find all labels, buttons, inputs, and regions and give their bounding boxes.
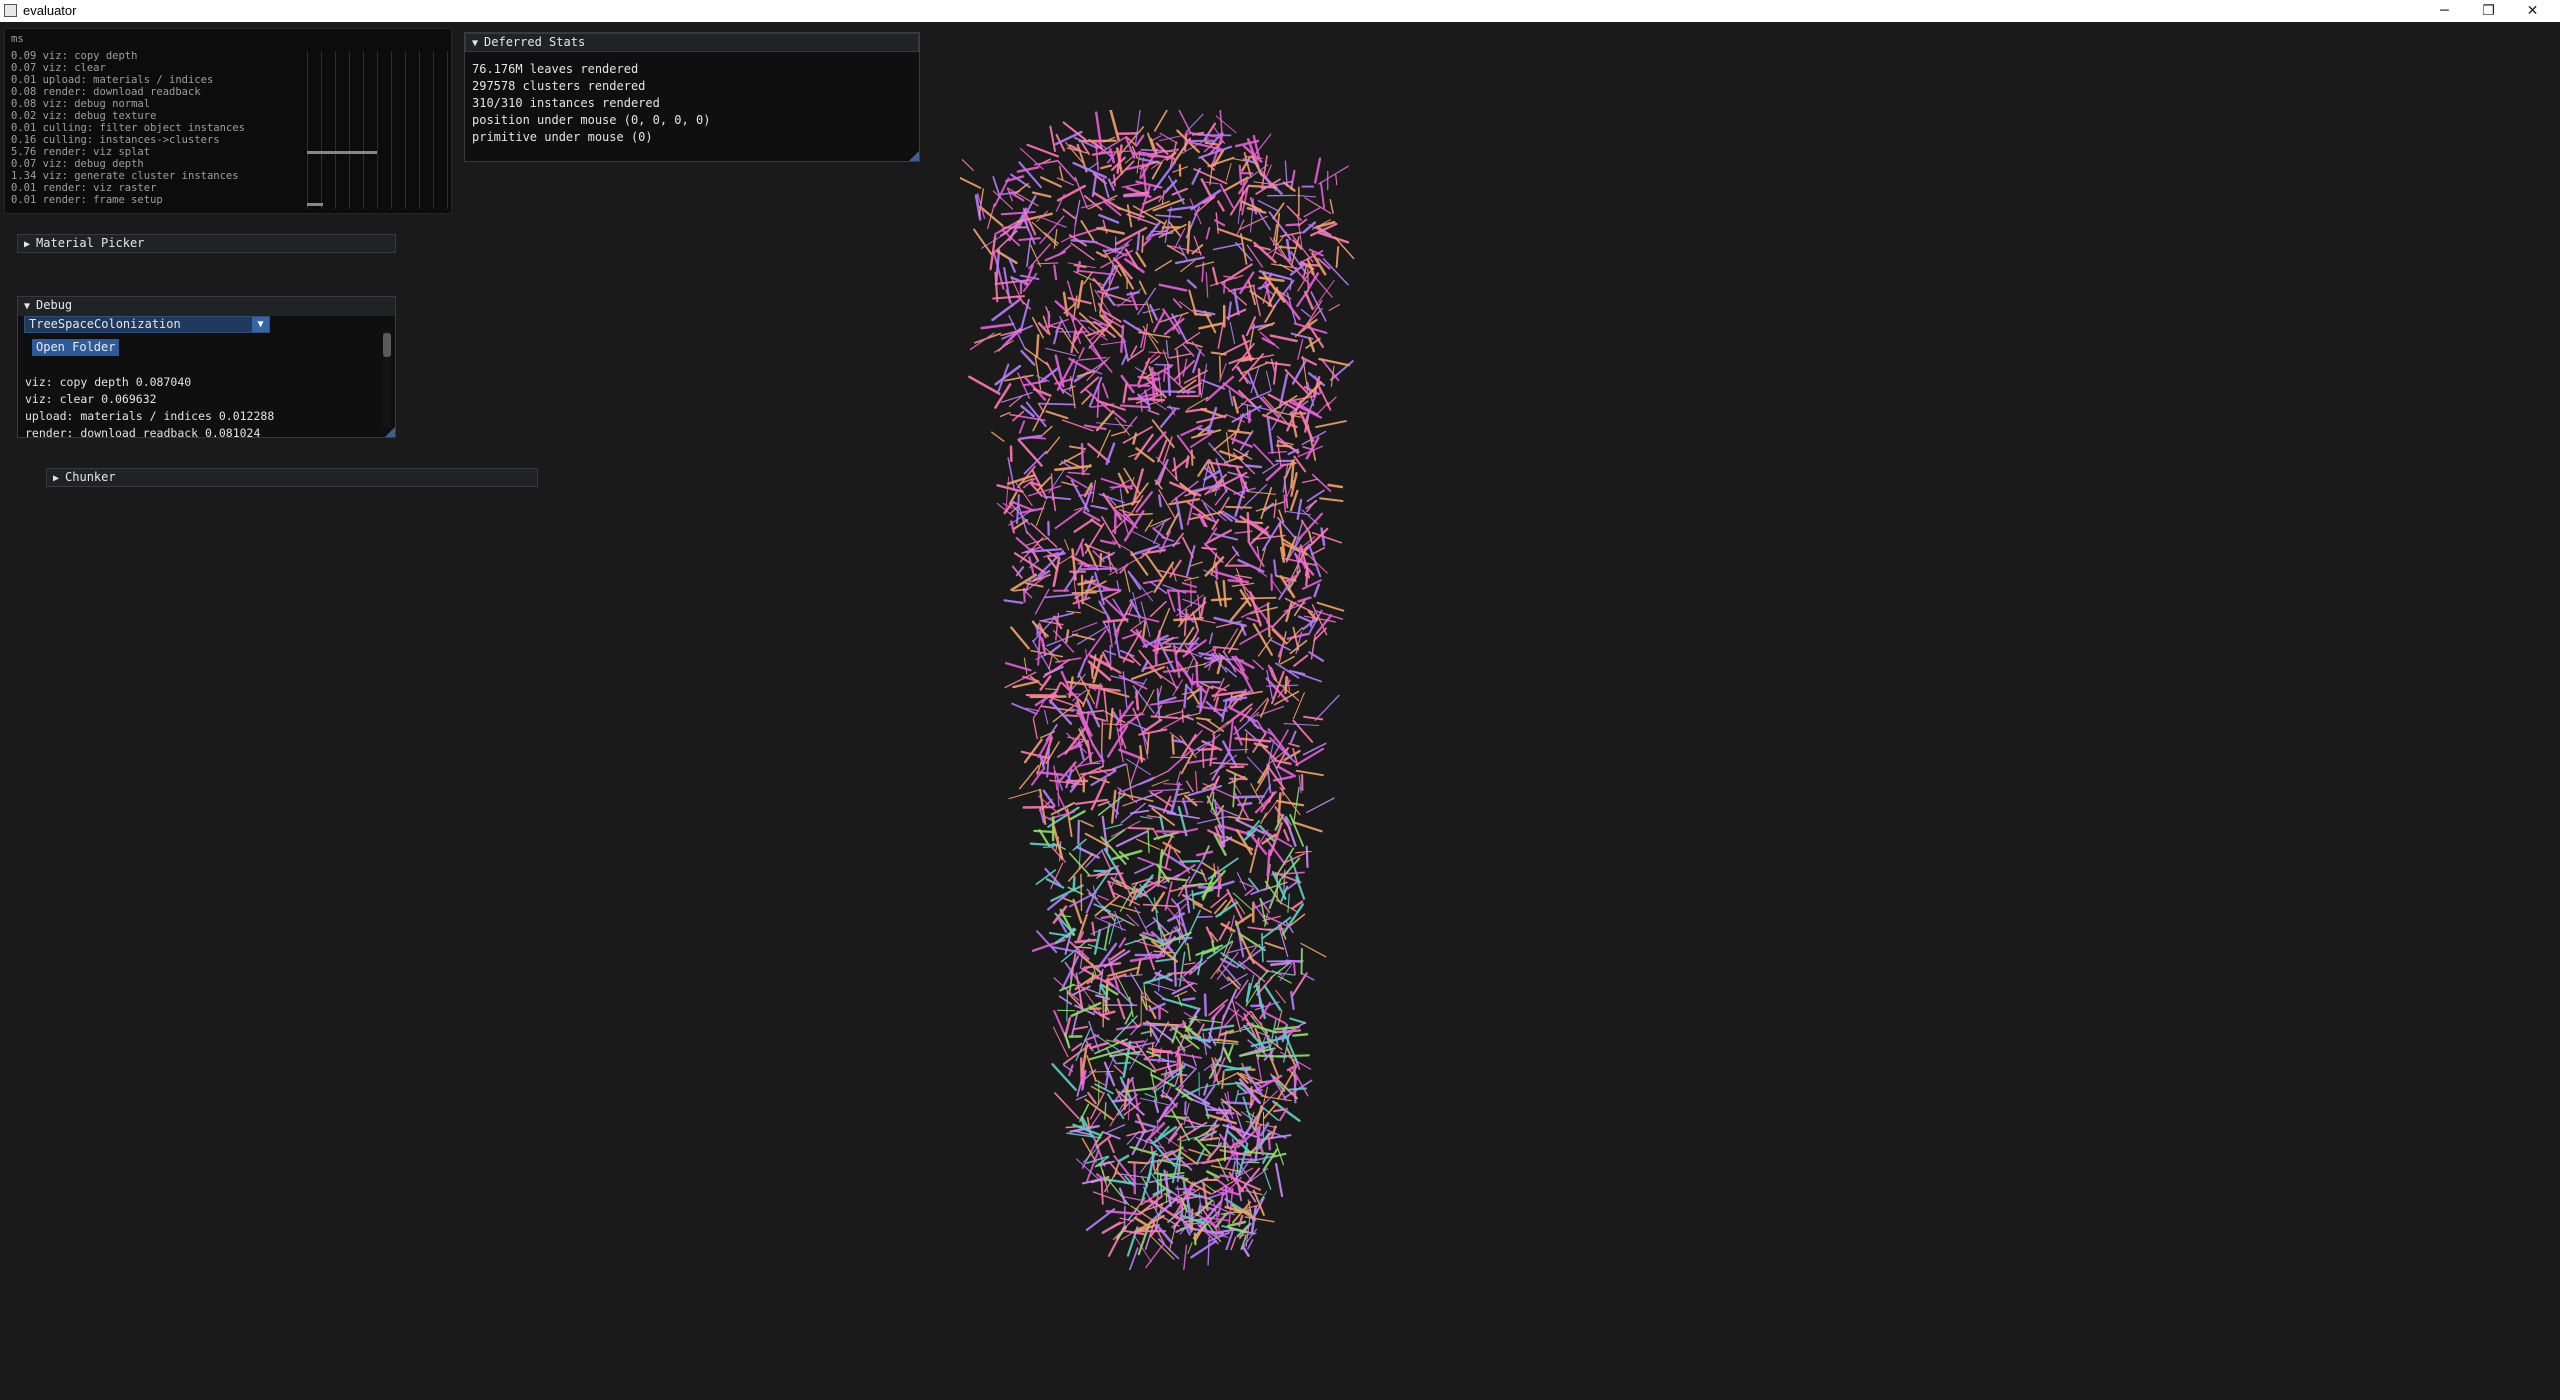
window-titlebar: evaluator ─ ❐ ✕ — [0, 0, 2560, 22]
profiler-panel: ms 0.09 viz: copy depth 0.07 viz: clear 0.… — [4, 28, 452, 214]
profiler-entry: 0.02 viz: debug texture — [11, 110, 157, 122]
stat-line: position under mouse (0, 0, 0, 0) — [472, 113, 711, 127]
profiler-entry: 0.01 render: frame setup — [11, 194, 163, 206]
scene-select-value: TreeSpaceColonization — [29, 317, 181, 331]
tree-render-viewport[interactable] — [960, 110, 1420, 1270]
collapse-triangle-icon: ▶ — [53, 473, 60, 484]
debug-header[interactable]: ▼ Debug — [18, 297, 395, 316]
debug-scrollbar-thumb[interactable] — [383, 333, 391, 357]
profiler-entry: 0.08 viz: debug normal — [11, 98, 151, 110]
stat-line: primitive under mouse (0) — [472, 130, 653, 144]
chunker-window: ▶ Chunker — [46, 468, 538, 487]
debug-line: render: download readback 0.081024 — [25, 426, 261, 437]
profiler-unit: ms — [11, 33, 24, 45]
open-folder-button[interactable]: Open Folder — [32, 339, 120, 356]
profiler-bar-generate-cluster — [307, 203, 323, 206]
resize-grip-icon[interactable] — [385, 427, 395, 437]
material-picker-title: Material Picker — [36, 236, 145, 250]
profiler-entry: 5.76 render: viz splat — [11, 146, 151, 158]
chevron-down-icon[interactable]: ▼ — [252, 317, 269, 332]
debug-line: upload: materials / indices 0.012288 — [25, 409, 275, 423]
profiler-entry: 0.07 viz: debug depth — [11, 158, 144, 170]
debug-title: Debug — [36, 298, 73, 312]
expand-triangle-icon: ▼ — [24, 301, 31, 312]
debug-line: viz: clear 0.069632 — [25, 392, 157, 406]
debug-scrollbar[interactable] — [383, 331, 391, 427]
collapse-triangle-icon: ▶ — [24, 239, 31, 250]
debug-window: ▼ Debug TreeSpaceColonization ▼ Open Fold… — [17, 296, 396, 438]
deferred-stats-header[interactable]: ▼ Deferred Stats — [465, 33, 919, 52]
profiler-entry: 1.34 viz: generate cluster instances — [11, 170, 239, 182]
maximize-button[interactable]: ❐ — [2466, 0, 2511, 22]
deferred-stats-title: Deferred Stats — [484, 35, 586, 49]
scene-select[interactable]: TreeSpaceColonization ▼ — [24, 316, 270, 333]
expand-triangle-icon: ▼ — [472, 38, 479, 49]
close-button[interactable]: ✕ — [2510, 0, 2555, 22]
material-picker-header[interactable]: ▶ Material Picker — [17, 234, 396, 253]
profiler-entry: 0.07 viz: clear — [11, 62, 106, 74]
window-title: evaluator — [23, 3, 77, 18]
deferred-stats-window: ▼ Deferred Stats 76.176M leaves rendered 2… — [464, 32, 920, 162]
profiler-entry: 0.09 viz: copy depth — [11, 50, 138, 62]
stat-line: 76.176M leaves rendered — [472, 62, 639, 76]
branch-strokes — [960, 110, 1355, 1270]
minimize-button[interactable]: ─ — [2422, 0, 2467, 22]
stat-line: 297578 clusters rendered — [472, 79, 646, 93]
profiler-entry: 0.01 render: viz raster — [11, 182, 157, 194]
app-icon — [4, 4, 17, 17]
profiler-entry: 0.08 render: download readback — [11, 86, 201, 98]
material-picker-window: ▶ Material Picker — [17, 234, 396, 253]
profiler-entry: 0.01 culling: filter object instances — [11, 122, 245, 134]
profiler-entry: 0.01 upload: materials / indices — [11, 74, 214, 86]
chunker-title: Chunker — [65, 470, 116, 484]
profiler-bar-viz-splat — [307, 151, 377, 154]
resize-grip-icon[interactable] — [909, 151, 919, 161]
profiler-entry: 0.16 culling: instances->clusters — [11, 134, 220, 146]
debug-line: viz: copy depth 0.087040 — [25, 375, 192, 389]
deferred-stats-body: 76.176M leaves rendered 297578 clusters r… — [472, 61, 710, 146]
stat-line: 310/310 instances rendered — [472, 96, 660, 110]
chunker-header[interactable]: ▶ Chunker — [46, 468, 538, 487]
profiler-graph — [301, 51, 449, 209]
